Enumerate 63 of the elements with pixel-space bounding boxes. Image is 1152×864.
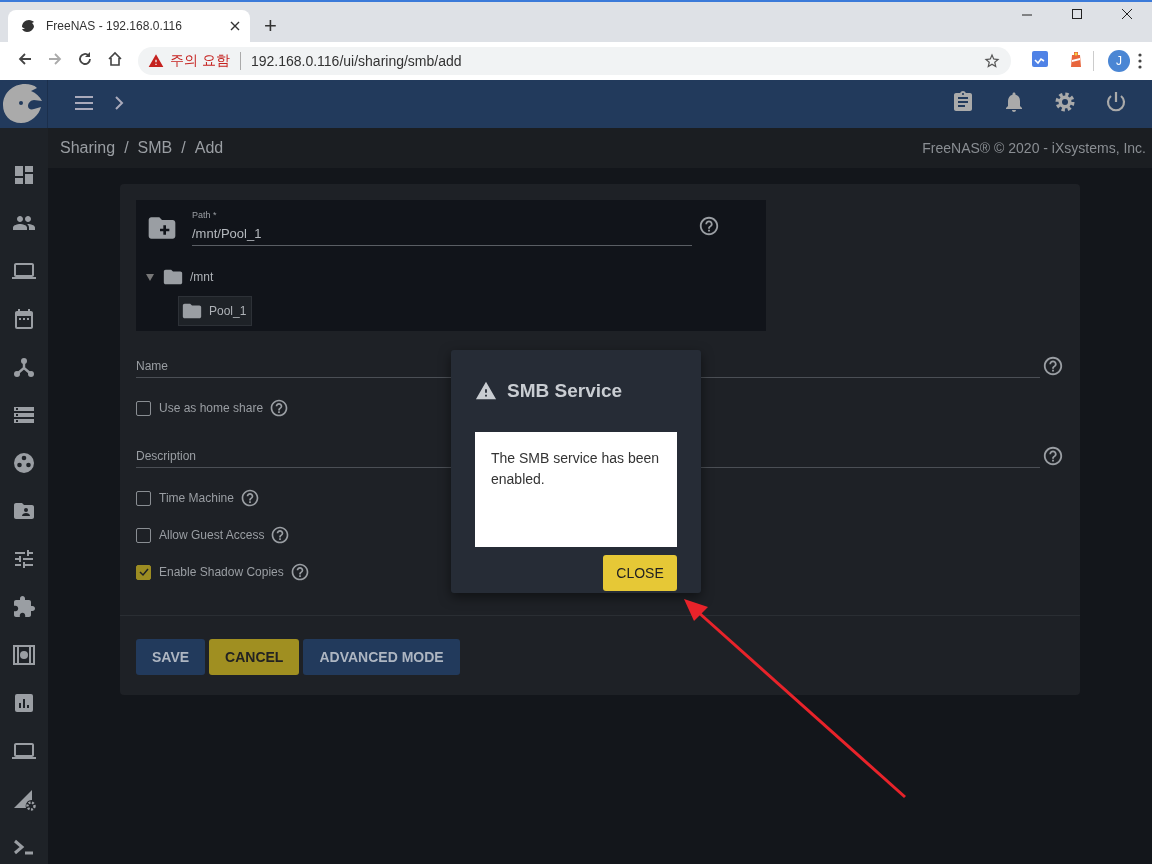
warning-icon [475, 380, 497, 402]
film-reel-icon[interactable] [12, 451, 36, 475]
tree-item[interactable]: Pool_1 [178, 296, 253, 326]
maximize-icon[interactable] [1071, 8, 1083, 20]
help-icon[interactable] [269, 398, 290, 418]
checkbox-label: Allow Guest Access [159, 528, 265, 542]
profile-avatar[interactable]: J [1108, 50, 1130, 72]
folder-name: /mnt [190, 270, 214, 284]
lighthouse-icon[interactable] [1069, 50, 1083, 68]
checkbox-label: Time Machine [159, 491, 234, 505]
action-button[interactable]: SAVE [136, 639, 206, 675]
checkbox[interactable] [136, 564, 151, 580]
settings-icon[interactable] [1053, 90, 1077, 114]
expand-caret-icon[interactable] [146, 273, 154, 281]
help-icon[interactable] [270, 525, 291, 545]
close-icon[interactable] [230, 21, 240, 31]
favicon-icon [20, 18, 36, 34]
network-icon[interactable] [12, 355, 36, 379]
menu-icon [74, 94, 94, 111]
bar-chart-icon[interactable] [12, 691, 36, 715]
close-icon[interactable] [1121, 8, 1133, 20]
help-icon[interactable] [1042, 445, 1064, 467]
calendar-icon[interactable] [12, 307, 36, 331]
address-bar[interactable]: 주의 요함 192.168.0.116/ui/sharing/smb/add [138, 47, 1011, 75]
action-button[interactable]: ADVANCED MODE [303, 639, 460, 675]
sliders-icon[interactable] [12, 547, 36, 571]
home-icon[interactable] [107, 51, 123, 67]
breadcrumb-separator: / [181, 139, 186, 157]
dialog-message: The SMB service has been enabled. [475, 432, 677, 547]
tab-title: FreeNAS - 192.168.0.116 [46, 19, 183, 33]
breadcrumb-link[interactable]: SMB [137, 139, 173, 157]
reload-icon[interactable] [77, 51, 93, 67]
breadcrumb-separator: / [124, 139, 129, 157]
back-arrow-icon[interactable] [17, 51, 33, 67]
power-icon[interactable] [1104, 90, 1128, 114]
checkbox[interactable] [136, 527, 151, 543]
help-icon[interactable] [239, 488, 260, 508]
cancel-button[interactable]: CANCEL [209, 639, 300, 675]
checkbox[interactable] [136, 400, 151, 416]
checkbox-label: Enable Shadow Copies [159, 565, 284, 579]
help-icon[interactable] [289, 562, 310, 582]
dialog-title: SMB Service [507, 380, 623, 402]
star-icon[interactable] [983, 52, 1001, 70]
clipboard-icon[interactable] [951, 90, 975, 114]
close-button[interactable]: CLOSE [603, 555, 677, 591]
extension-icon[interactable] [1031, 50, 1049, 68]
path-field[interactable]: Path * /mnt/Pool_1 [192, 210, 692, 246]
more-options-icon[interactable] [1138, 53, 1142, 69]
folder-name: Pool_1 [209, 304, 247, 318]
chevron-right-icon [114, 95, 124, 110]
url-text: 192.168.0.116/ui/sharing/smb/add [250, 53, 463, 69]
puzzle-icon[interactable] [12, 595, 36, 619]
help-icon[interactable] [698, 215, 720, 237]
copyright-text: FreeNAS® © 2020 - iXsystems, Inc. [922, 140, 1146, 156]
new-tab-button[interactable]: + [264, 14, 277, 38]
breadcrumb-link[interactable]: Sharing [60, 139, 116, 157]
checkbox-label: Use as home share [159, 401, 264, 415]
checkbox[interactable] [136, 490, 151, 506]
browser-tab[interactable]: FreeNAS - 192.168.0.116 [8, 10, 250, 42]
help-icon[interactable] [1042, 355, 1064, 377]
security-warning: 주의 요함 [170, 52, 230, 70]
dashboard-icon[interactable] [12, 163, 36, 187]
warning-icon [148, 53, 164, 69]
